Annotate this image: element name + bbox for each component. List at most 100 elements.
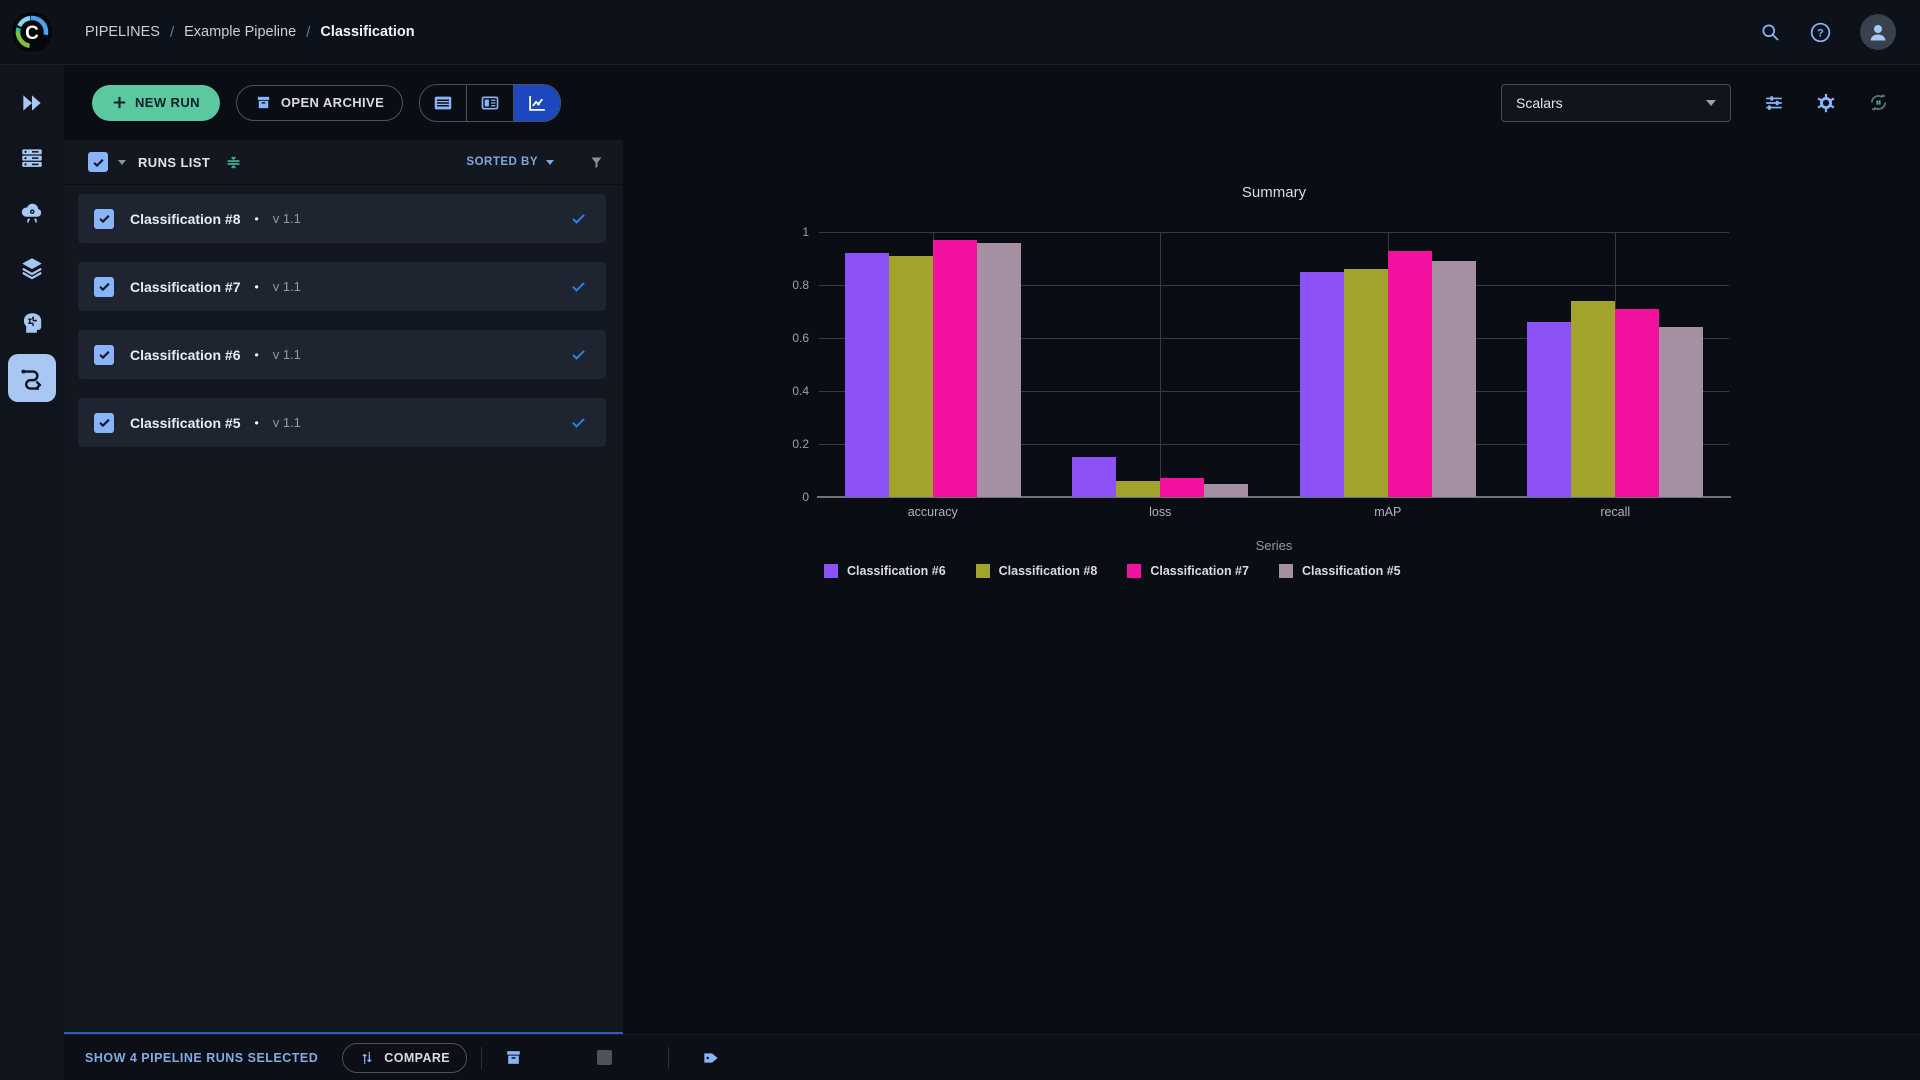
runs-list-title: RUNS LIST xyxy=(138,154,211,170)
compare-button[interactable]: COMPARE xyxy=(342,1042,468,1073)
servers-icon xyxy=(19,145,45,171)
runs-panel: RUNS LIST SORTED BY Classification #8 • v … xyxy=(64,140,623,1035)
compare-icon xyxy=(359,1050,375,1066)
tag-icon[interactable] xyxy=(701,1048,721,1068)
split-view-button[interactable] xyxy=(466,84,513,121)
x-tick-label: recall xyxy=(1600,505,1631,519)
bar-classification-7-loss xyxy=(1160,478,1205,497)
bar-classification-5-recall xyxy=(1659,327,1704,497)
brain-icon xyxy=(19,310,45,336)
h-gridline xyxy=(819,232,1729,233)
selected-check-icon xyxy=(569,277,588,296)
collapse-rows-icon[interactable] xyxy=(224,153,243,172)
bar-classification-5-accuracy xyxy=(976,242,1021,497)
chart-legend: Classification #6 Classification #8 Classi… xyxy=(824,564,1401,578)
svg-text:C: C xyxy=(25,23,39,44)
chart-view-button[interactable] xyxy=(513,84,561,121)
metric-type-dropdown[interactable]: Scalars xyxy=(1501,83,1731,122)
bar-classification-5-mAP xyxy=(1431,261,1476,497)
bar-classification-6-recall xyxy=(1527,322,1572,497)
tune-icon[interactable] xyxy=(1763,92,1785,114)
legend-item[interactable]: Classification #7 xyxy=(1127,564,1249,578)
plot-area[interactable]: 0 0.2 0.4 0.6 0.8 1 accuracy loss mAP recall xyxy=(792,225,1731,519)
search-icon[interactable] xyxy=(1760,22,1781,43)
auto-refresh-icon[interactable] xyxy=(1867,91,1890,114)
legend-item[interactable]: Classification #5 xyxy=(1278,564,1401,578)
help-icon[interactable]: ? xyxy=(1809,21,1832,44)
breadcrumb-separator: / xyxy=(306,23,311,41)
bar-classification-8-recall xyxy=(1571,300,1616,497)
chevron-down-icon xyxy=(546,159,554,165)
toolbar: NEW RUN OPEN ARCHIVE Scalars xyxy=(64,65,1920,140)
open-archive-button[interactable]: OPEN ARCHIVE xyxy=(235,84,404,121)
sidebar-item-projects[interactable] xyxy=(8,79,56,127)
top-bar: C PIPELINES / Example Pipeline / Classif… xyxy=(0,0,1920,65)
chart-view-icon xyxy=(526,92,548,114)
selected-runs-link[interactable]: SHOW 4 PIPELINE RUNS SELECTED xyxy=(85,1051,318,1065)
run-checkbox[interactable] xyxy=(94,208,114,229)
abort-icon xyxy=(597,1050,613,1065)
bar-classification-7-mAP xyxy=(1387,250,1432,497)
filter-icon[interactable] xyxy=(588,154,605,171)
run-row[interactable]: Classification #6 • v 1.1 xyxy=(78,330,606,379)
run-row[interactable]: Classification #5 • v 1.1 xyxy=(78,398,606,447)
clearml-logo[interactable]: C xyxy=(12,12,52,52)
run-name: Classification #7 xyxy=(130,278,241,295)
bar-classification-7-accuracy xyxy=(932,239,977,497)
sidebar-item-pipelines[interactable] xyxy=(8,354,56,402)
select-all-checkbox[interactable] xyxy=(88,152,108,172)
chart-panel: Summary 0 0.2 0.4 0.6 0.8 1 accuracy loss mAP rec… xyxy=(623,140,1920,600)
view-toggle xyxy=(419,83,562,122)
settings-gear-icon[interactable] xyxy=(1815,92,1837,114)
legend-item[interactable]: Classification #8 xyxy=(975,564,1097,578)
legend-title: Series xyxy=(1255,538,1293,553)
sidebar-item-workers[interactable] xyxy=(8,134,56,182)
legend-swatch xyxy=(1278,564,1293,578)
select-dropdown-caret[interactable] xyxy=(118,159,126,165)
run-row[interactable]: Classification #7 • v 1.1 xyxy=(78,262,606,311)
sidebar-item-serving[interactable] xyxy=(8,189,56,237)
bar-classification-7-recall xyxy=(1615,308,1660,497)
sidebar-item-models[interactable] xyxy=(8,299,56,347)
bar-classification-5-loss xyxy=(1204,483,1249,497)
breadcrumb-separator: / xyxy=(169,23,175,41)
new-run-button[interactable]: NEW RUN xyxy=(92,84,220,121)
dot-separator: • xyxy=(254,347,259,362)
divider xyxy=(481,1046,483,1069)
y-tick-label: 0.2 xyxy=(792,437,809,451)
plus-icon xyxy=(112,95,127,110)
run-version: v 1.1 xyxy=(272,211,301,226)
v-gridline xyxy=(1160,232,1162,497)
split-view-icon xyxy=(479,92,501,114)
breadcrumb: PIPELINES / Example Pipeline / Classific… xyxy=(85,24,415,41)
run-checkbox[interactable] xyxy=(94,276,114,297)
bar-classification-6-accuracy xyxy=(844,253,889,497)
selected-check-icon xyxy=(569,413,588,432)
sorted-by-control[interactable]: SORTED BY xyxy=(466,156,554,168)
pipelines-icon xyxy=(18,364,46,392)
table-view-button[interactable] xyxy=(420,85,466,121)
x-tick-label: accuracy xyxy=(907,505,958,519)
run-row[interactable]: Classification #8 • v 1.1 xyxy=(78,194,606,243)
dot-separator: • xyxy=(254,415,259,430)
table-view-icon xyxy=(432,92,454,114)
run-version: v 1.1 xyxy=(272,279,301,294)
cloud-gear-icon xyxy=(19,200,45,226)
breadcrumb-project[interactable]: Example Pipeline xyxy=(184,24,296,40)
archive-icon[interactable] xyxy=(504,1048,523,1067)
run-checkbox[interactable] xyxy=(94,344,114,365)
divider xyxy=(668,1046,670,1069)
legend-swatch xyxy=(824,564,838,578)
user-avatar[interactable] xyxy=(1860,14,1896,50)
runs-list: Classification #8 • v 1.1 Classification #7… xyxy=(64,185,623,1032)
run-version: v 1.1 xyxy=(272,415,301,430)
archive-icon xyxy=(255,94,272,111)
run-checkbox[interactable] xyxy=(94,412,114,433)
footer-bar: SHOW 4 PIPELINE RUNS SELECTED COMPARE xyxy=(64,1034,1920,1080)
legend-item[interactable]: Classification #6 xyxy=(824,564,946,578)
breadcrumb-pipelines[interactable]: PIPELINES xyxy=(85,24,160,40)
sidebar-item-datasets[interactable] xyxy=(8,244,56,292)
bar-classification-8-accuracy xyxy=(888,255,933,497)
y-tick-label: 0.8 xyxy=(792,278,809,292)
y-tick-label: 0 xyxy=(802,490,809,504)
